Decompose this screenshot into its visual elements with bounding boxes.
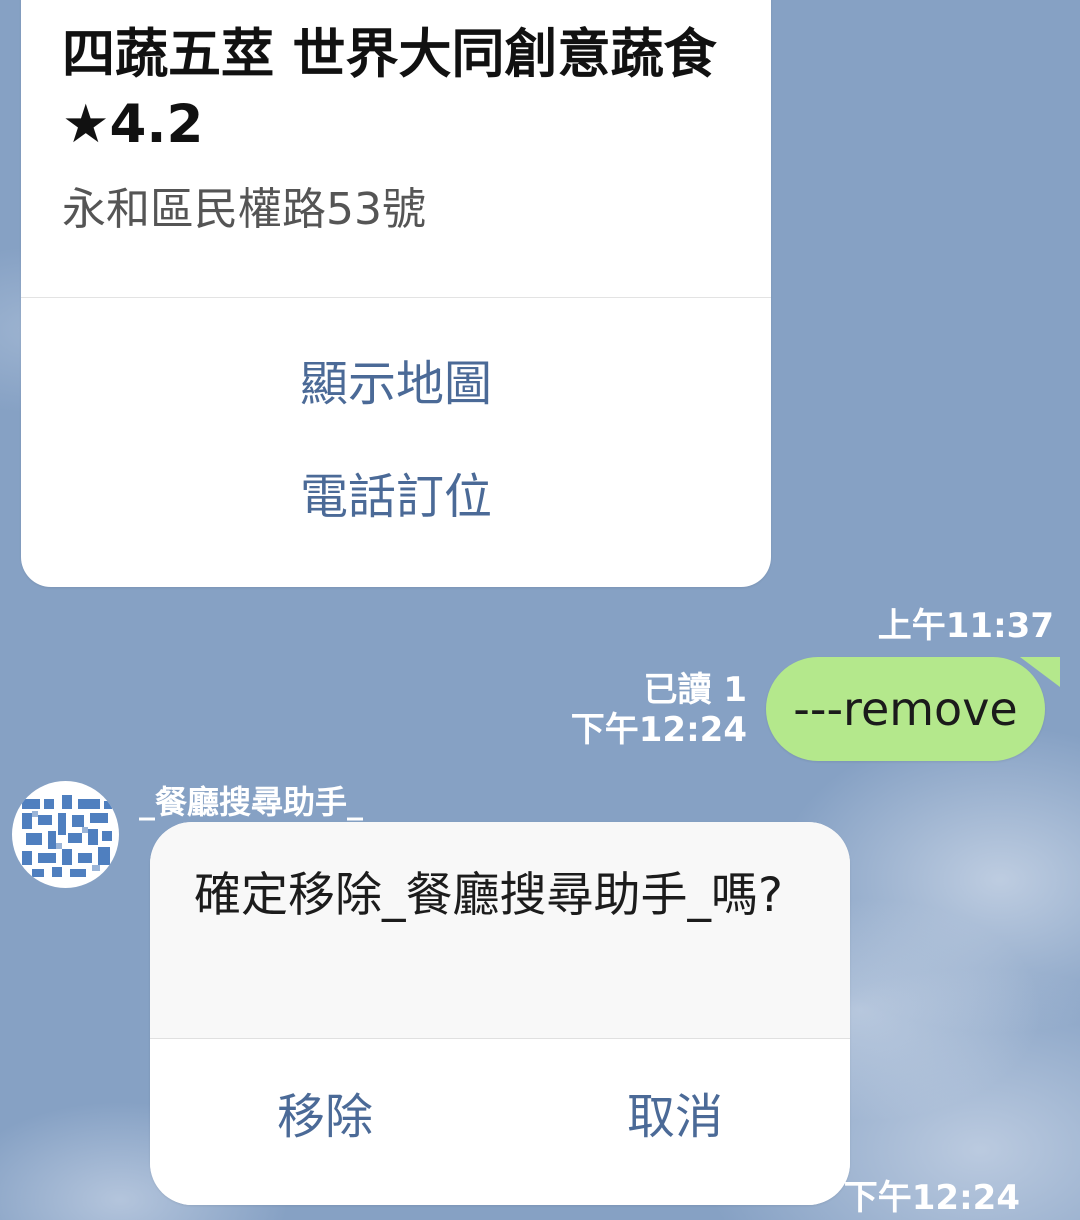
read-status: 已讀 1 [643, 670, 748, 710]
sender-name: _餐廳搜尋助手_ [139, 783, 364, 821]
place-title: 四蔬五莖 世界大同創意蔬食★4.2 [62, 24, 717, 155]
outgoing-message-bubble[interactable]: ---remove [766, 657, 1045, 761]
confirm-prompt-text: 確定移除_餐廳搜尋助手_嗎? [194, 868, 783, 923]
card-timestamp: 上午11:37 [877, 606, 1054, 646]
remove-button[interactable]: 移除 [150, 1082, 500, 1152]
bot-message-timestamp: 下午12:24 [843, 1178, 1020, 1218]
show-map-button[interactable]: 顯示地圖 [21, 352, 771, 416]
call-reserve-button[interactable]: 電話訂位 [21, 465, 771, 529]
bot-avatar[interactable] [12, 781, 119, 888]
read-status-block: 已讀 1 下午12:24 [571, 670, 747, 750]
confirm-card-divider [150, 1038, 850, 1039]
outgoing-timestamp: 下午12:24 [570, 710, 747, 750]
qr-pattern-avatar-icon [22, 795, 112, 877]
confirm-remove-card: 確定移除_餐廳搜尋助手_嗎? 移除 取消 [150, 822, 850, 1205]
cancel-button[interactable]: 取消 [500, 1082, 850, 1152]
card-divider [21, 297, 771, 298]
outgoing-message-text: ---remove [793, 682, 1018, 736]
place-address: 永和區民權路53號 [62, 184, 426, 235]
place-card: 四蔬五莖 世界大同創意蔬食★4.2 永和區民權路53號 顯示地圖 電話訂位 [21, 0, 771, 587]
